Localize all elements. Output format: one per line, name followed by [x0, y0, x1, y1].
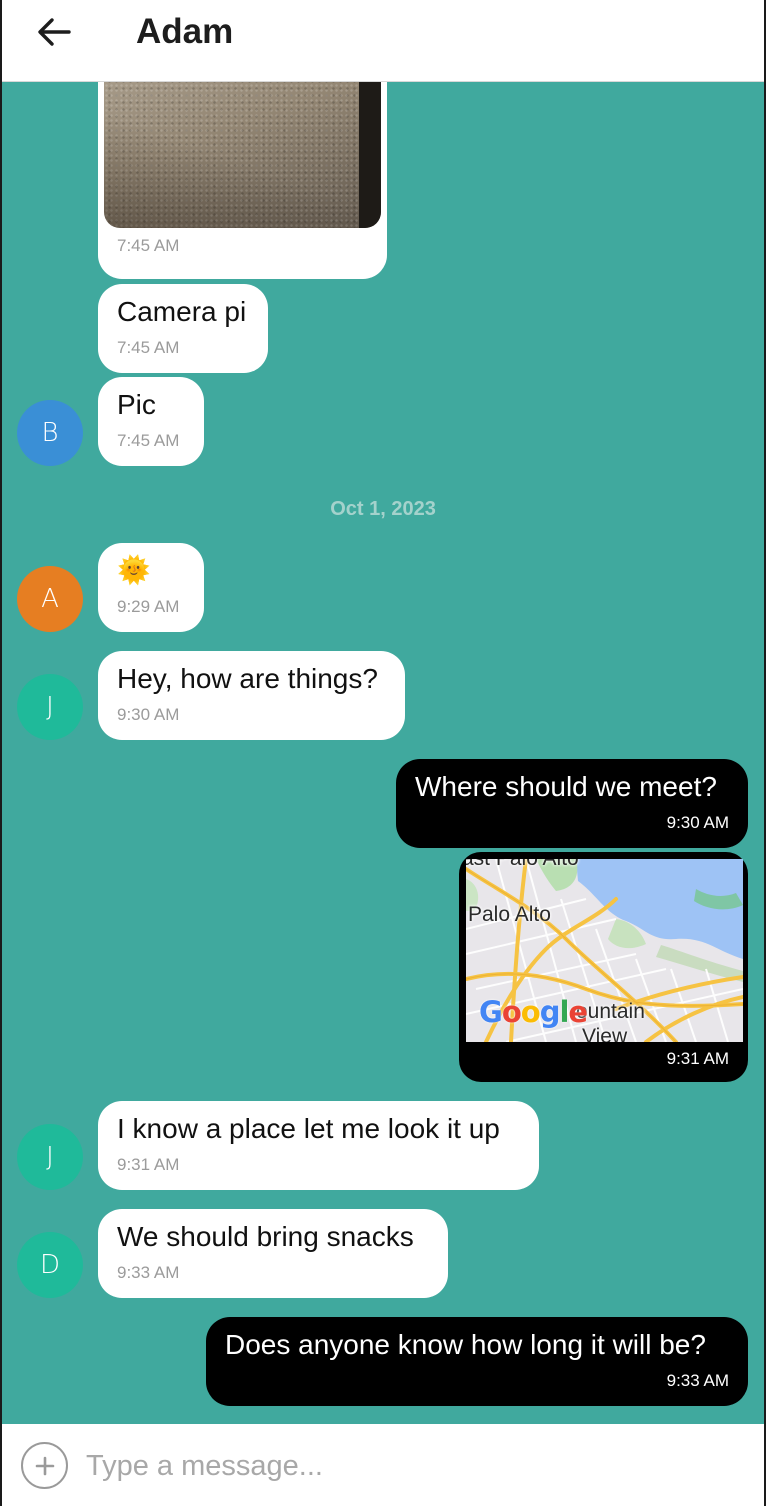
message-time: 9:33 AM	[666, 1371, 729, 1390]
message-text: Pic	[117, 389, 156, 420]
avatar[interactable]: A	[17, 566, 83, 632]
message-text: Camera pi	[117, 296, 247, 327]
frame-edge-left	[0, 0, 2, 1506]
message-text: I know a place let me look it up	[117, 1113, 500, 1144]
avatar[interactable]: D	[17, 1232, 83, 1298]
message-time: 9:31 AM	[117, 1155, 180, 1174]
map-label-palo-alto: Palo Alto	[468, 903, 551, 926]
google-logo: Google	[479, 995, 588, 1029]
message-text: Does anyone know how long it will be?	[225, 1329, 706, 1360]
arrow-left-icon	[38, 18, 71, 46]
photo-thumbnail[interactable]	[104, 82, 381, 228]
message-time: 7:45 AM	[117, 338, 180, 357]
avatar[interactable]: B	[17, 400, 83, 466]
add-attachment-button[interactable]	[21, 1442, 68, 1489]
message-composer	[0, 1424, 766, 1506]
message-text: We should bring snacks	[117, 1221, 414, 1252]
message-time: 9:29 AM	[117, 597, 180, 616]
text-message-bubble[interactable]: We should bring snacks 9:33 AM	[98, 1209, 448, 1298]
message-text: Hey, how are things?	[117, 663, 378, 694]
message-input[interactable]	[86, 1444, 726, 1488]
sun-emoji: 🌞	[117, 555, 151, 586]
date-separator: Oct 1, 2023	[330, 498, 436, 520]
text-message-bubble[interactable]: Pic 7:45 AM	[98, 377, 204, 466]
map-message-bubble[interactable]: ast Palo Alto Palo Alto ountain View Goo…	[459, 852, 748, 1082]
text-message-bubble[interactable]: I know a place let me look it up 9:31 AM	[98, 1101, 539, 1190]
text-message-bubble[interactable]: Camera pi 7:45 AM	[98, 284, 268, 373]
message-text: Where should we meet?	[415, 771, 717, 802]
map-label-east-palo-alto: ast Palo Alto	[466, 859, 579, 871]
message-time: 7:45 AM	[117, 431, 180, 450]
message-list[interactable]: 7:45 AM Camera pi 7:45 AM B Pic 7:45 AM …	[0, 82, 766, 1424]
message-time: 9:30 AM	[666, 813, 729, 832]
map-label-view: View	[582, 1025, 628, 1042]
message-time: 9:31 AM	[666, 1049, 729, 1068]
image-message-bubble[interactable]: 7:45 AM	[98, 82, 387, 279]
emoji-message-bubble[interactable]: 🌞 9:29 AM	[98, 543, 204, 632]
message-time: 9:33 AM	[117, 1263, 180, 1282]
photo-shadow	[104, 82, 381, 228]
chat-header: Adam	[0, 0, 766, 82]
message-time: 9:30 AM	[117, 705, 180, 724]
avatar[interactable]: J	[17, 1124, 83, 1190]
message-time: 7:45 AM	[117, 236, 180, 255]
map-preview[interactable]: ast Palo Alto Palo Alto ountain View Goo…	[466, 859, 743, 1042]
text-message-bubble[interactable]: Does anyone know how long it will be? 9:…	[206, 1317, 748, 1406]
back-button[interactable]	[30, 12, 78, 52]
text-message-bubble[interactable]: Where should we meet? 9:30 AM	[396, 759, 748, 848]
plus-icon	[35, 1456, 54, 1475]
avatar[interactable]: J	[17, 674, 83, 740]
chat-title: Adam	[136, 12, 234, 51]
text-message-bubble[interactable]: Hey, how are things? 9:30 AM	[98, 651, 405, 740]
photo-dark-edge	[359, 82, 381, 228]
